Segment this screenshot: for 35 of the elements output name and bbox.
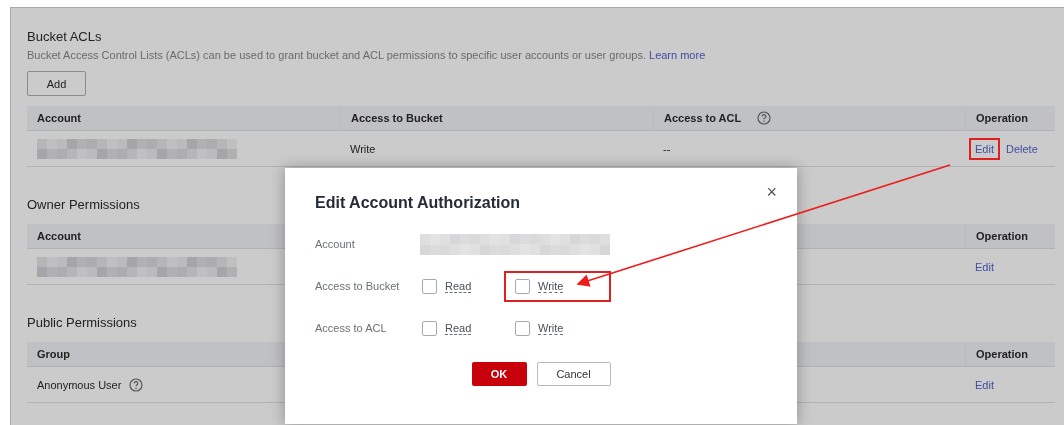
field-label: Access to Bucket bbox=[315, 280, 401, 292]
learn-more-link[interactable]: Learn more bbox=[649, 49, 706, 61]
action-link[interactable]: Edit bbox=[969, 373, 1000, 396]
section-title: Bucket ACLs bbox=[27, 29, 102, 44]
action-link[interactable]: Delete bbox=[999, 137, 1044, 160]
column-header: Operation bbox=[976, 348, 1028, 360]
column-header: Access to ACL bbox=[664, 112, 742, 124]
checkbox[interactable] bbox=[422, 320, 437, 336]
section-title: Public Permissions bbox=[27, 315, 137, 330]
table-cell: Anonymous User bbox=[37, 378, 122, 391]
column-header: Operation bbox=[976, 230, 1028, 242]
checkbox[interactable] bbox=[515, 320, 530, 336]
ok-button[interactable]: OK bbox=[471, 362, 527, 386]
section-title: Owner Permissions bbox=[27, 197, 140, 212]
column-header: Access to Bucket bbox=[351, 112, 443, 124]
table-cell: Write bbox=[350, 142, 376, 155]
field-label: Access to ACL bbox=[315, 322, 388, 334]
field-label: Account bbox=[315, 238, 356, 250]
highlighted-edit-link[interactable]: Edit bbox=[969, 137, 1000, 160]
help-icon[interactable] bbox=[757, 111, 772, 125]
column-header: Account bbox=[37, 112, 81, 124]
add-button[interactable]: Add bbox=[27, 71, 86, 96]
checkbox[interactable] bbox=[515, 278, 530, 294]
table-cell: -- bbox=[663, 142, 671, 155]
cancel-button[interactable]: Cancel bbox=[536, 362, 611, 386]
action-link[interactable]: Edit bbox=[969, 255, 1000, 278]
highlighted-checkbox-option[interactable]: Write bbox=[504, 270, 611, 302]
column-header: Group bbox=[37, 348, 70, 360]
column-header: Operation bbox=[976, 112, 1028, 124]
dialog-title: Edit Account Authorization bbox=[315, 194, 521, 212]
close-button[interactable]: × bbox=[764, 182, 779, 203]
checkbox[interactable] bbox=[422, 278, 437, 294]
section-description: Bucket Access Control Lists (ACLs) can be used to grant bucket and ACL permissions to specific user accounts or user groups. Learn more bbox=[27, 49, 707, 61]
column-header: Account bbox=[37, 230, 81, 242]
help-icon[interactable] bbox=[129, 377, 144, 392]
